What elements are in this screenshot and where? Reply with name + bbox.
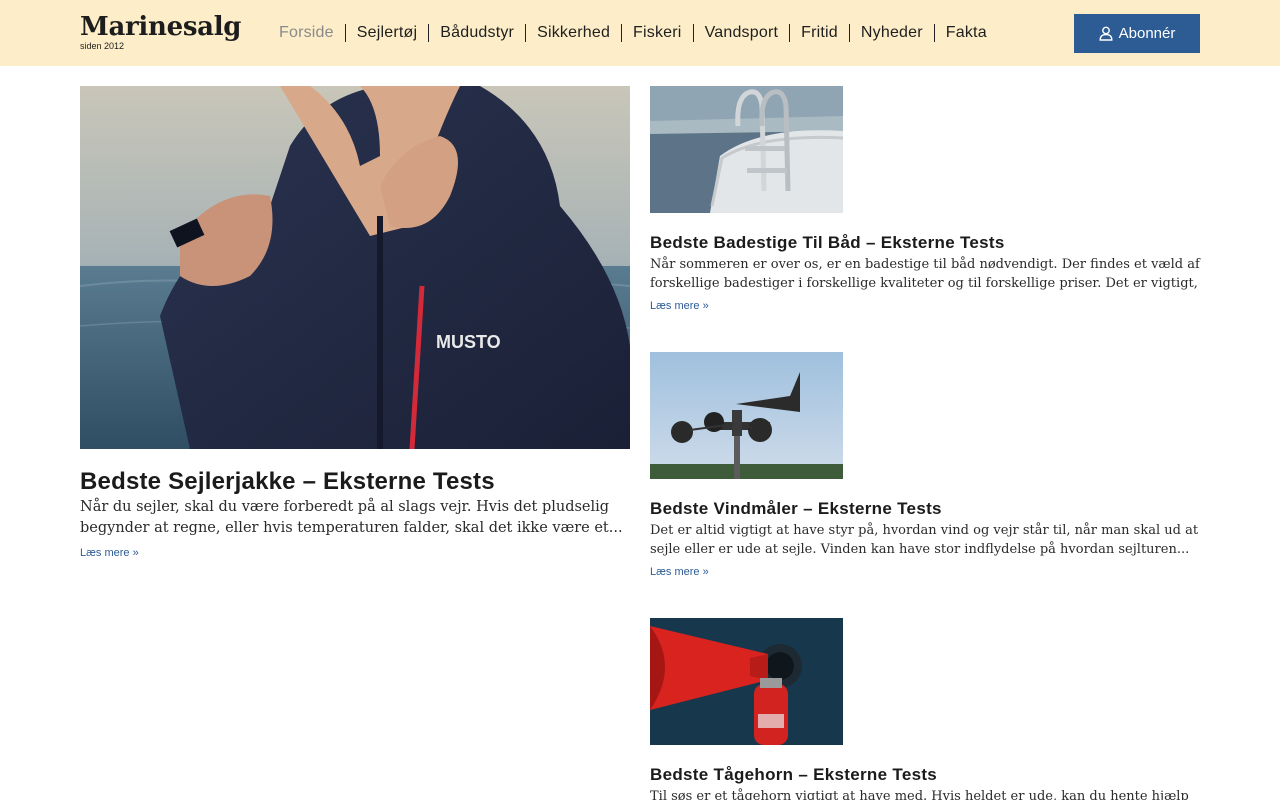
subscribe-button[interactable]: Abonnér xyxy=(1074,14,1200,53)
read-more-link-vindmaaler[interactable]: Læs mere » xyxy=(650,566,709,578)
article-title-vindmaaler[interactable]: Bedste Vindmåler – Eksterne Tests xyxy=(650,499,942,519)
article-image-taagehorn[interactable] xyxy=(650,618,843,745)
nav-item-fakta[interactable]: Fakta xyxy=(933,24,998,42)
nav-item-badudstyr[interactable]: Bådudstyr xyxy=(428,24,525,42)
nav-item-nyheder[interactable]: Nyheder xyxy=(848,24,934,42)
nav-item-sejlertoj[interactable]: Sejlertøj xyxy=(344,24,428,42)
featured-article-image[interactable]: MUSTO xyxy=(80,86,630,449)
site-header: Marinesalg siden 2012 Forside Sejlertøj … xyxy=(0,0,1280,66)
nav-item-vandsport[interactable]: Vandsport xyxy=(692,24,790,42)
user-icon xyxy=(1099,26,1113,41)
article-title-badestige[interactable]: Bedste Badestige Til Båd – Eksterne Test… xyxy=(650,233,1005,253)
featured-article-excerpt: Når du sejler, skal du være forberedt på… xyxy=(80,499,623,536)
nav-item-forside[interactable]: Forside xyxy=(268,24,345,42)
main-nav: Forside Sejlertøj Bådudstyr Sikkerhed Fi… xyxy=(268,22,998,44)
article-excerpt-taagehorn: Til søs er et tågehorn vigtigt at have m… xyxy=(650,789,1189,800)
featured-read-more-link[interactable]: Læs mere » xyxy=(80,547,139,559)
featured-article-title[interactable]: Bedste Sejlerjakke – Eksterne Tests xyxy=(80,468,495,496)
jacket-brand-label: MUSTO xyxy=(436,332,501,352)
article-excerpt-badestige: Når sommeren er over os, er en badestige… xyxy=(650,257,1200,291)
article-excerpt-vindmaaler: Det er altid vigtigt at have styr på, hv… xyxy=(650,523,1199,557)
article-image-vindmaaler[interactable] xyxy=(650,352,843,479)
article-title-taagehorn[interactable]: Bedste Tågehorn – Eksterne Tests xyxy=(650,765,937,785)
subscribe-label: Abonnér xyxy=(1118,25,1176,42)
site-logo[interactable]: Marinesalg siden 2012 xyxy=(80,12,242,51)
nav-item-fritid[interactable]: Fritid xyxy=(789,24,849,42)
read-more-link-badestige[interactable]: Læs mere » xyxy=(650,300,709,312)
logo-subtitle: siden 2012 xyxy=(80,41,125,51)
article-image-badestige[interactable] xyxy=(650,86,843,213)
logo-title: Marinesalg xyxy=(80,12,242,42)
nav-item-fiskeri[interactable]: Fiskeri xyxy=(621,24,693,42)
nav-item-sikkerhed[interactable]: Sikkerhed xyxy=(525,24,621,42)
